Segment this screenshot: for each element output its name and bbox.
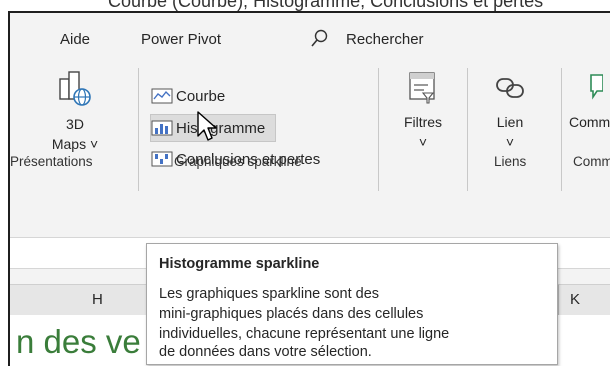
top-cut-text: Courbe (Courbe), Histogramme, Conclusion… [108,0,544,11]
filters-label: Filtres [403,114,443,130]
link-label: Lien [496,114,524,130]
sparkline-column-icon [151,120,173,136]
column-divider [558,285,559,315]
menu-aide[interactable]: Aide [60,31,90,48]
3d-maps-label-2: Maps ˅ [51,136,99,152]
tooltip-line: de données dans votre sélection. [159,344,372,360]
sparkline-column-label: Histogramme [176,119,266,137]
sparkline-group-label: Graphiques sparkline [174,154,302,169]
comment-icon [590,74,604,100]
tooltip: Histogramme sparkline Les graphiques spa… [146,243,558,365]
sparkline-line-icon [151,88,173,104]
filter-icon [409,72,435,104]
separator [467,68,468,191]
sheet-title-text: n des ve [16,323,141,360]
tooltip-line: mini-graphiques placés dans des cellules [159,306,424,322]
3d-maps-button[interactable]: 3D Maps ˅ [40,69,110,154]
tooltip-line: individuelles, chacune représentant une … [159,326,450,342]
search-box[interactable]: Rechercher [346,31,424,48]
3d-maps-label-1: 3D [66,116,84,132]
sparkline-line-label: Courbe [176,87,226,105]
separator [138,68,139,191]
filters-button[interactable]: Filtres ˅ [388,69,458,152]
ribbon: 3D Maps ˅ Courbe Histogramme Conclusions… [10,57,610,191]
mouse-cursor-icon [197,111,217,141]
link-button[interactable]: Lien ˅ [475,69,545,152]
links-group-label: Liens [494,154,527,169]
link-chevron-down-icon: ˅ [505,134,515,150]
presentations-group-label: Présentations [10,154,93,169]
menu-power-pivot[interactable]: Power Pivot [141,31,221,48]
sparkline-winloss-icon [151,151,173,167]
comment-button[interactable]: Comm [569,69,610,132]
top-cut-caption: Courbe (Courbe), Histogramme, Conclusion… [0,0,610,11]
link-icon [496,78,524,98]
3d-maps-icon [59,71,91,106]
search-icon[interactable] [310,29,328,49]
comments-group-label: Comm [573,154,610,169]
sparkline-line-button[interactable]: Courbe [151,83,225,109]
tooltip-title: Histogramme sparkline [159,256,320,272]
separator [378,68,379,191]
filters-chevron-down-icon: ˅ [418,134,428,150]
separator [561,68,562,191]
column-header-h[interactable]: H [92,291,103,308]
comment-label: Comm [569,114,610,130]
tooltip-line: Les graphiques sparkline sont des [159,286,380,302]
column-header-k[interactable]: K [570,291,580,308]
menu-bar: Aide Power Pivot Rechercher [10,13,610,57]
